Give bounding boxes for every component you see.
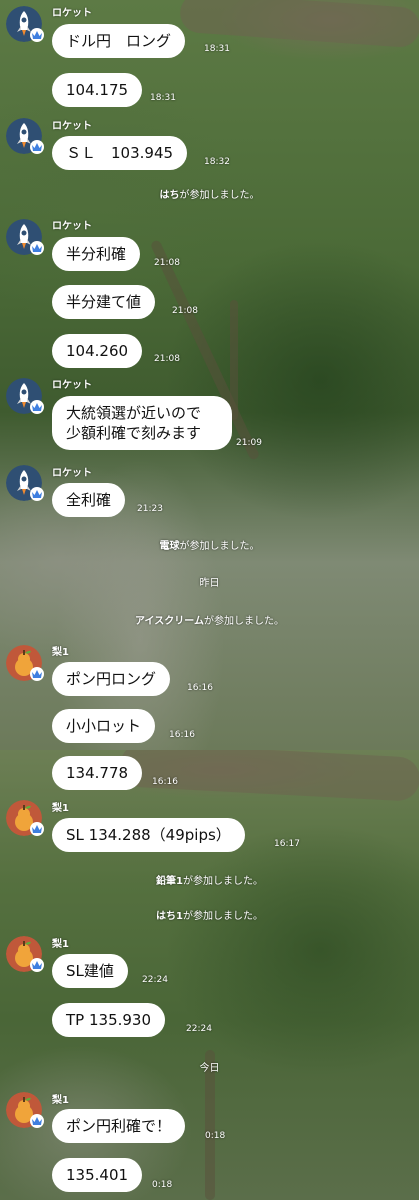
crown-icon (30, 140, 44, 154)
message-bubble[interactable]: 半分利確 (52, 237, 141, 271)
sender-name: 梨1 (52, 939, 69, 950)
message-time: 0:18 (205, 1131, 226, 1141)
message-time: 21:08 (172, 306, 198, 316)
message-time: 21:08 (154, 354, 180, 364)
message-line: 大統領選が近いので (66, 404, 202, 422)
message-bubble[interactable]: ドル円 ロング (52, 24, 186, 58)
crown-icon (30, 241, 44, 255)
message-time: 16:16 (169, 730, 195, 740)
message-time: 21:09 (236, 438, 262, 448)
message-time: 21:23 (137, 504, 163, 514)
message-bubble[interactable]: 134.778 (52, 756, 143, 790)
message-time: 16:17 (274, 839, 300, 849)
system-message-joined: はちが参加しました。 (159, 190, 260, 201)
sender-name: ロケット (52, 468, 92, 479)
system-message-joined: 鉛筆1が参加しました。 (156, 876, 263, 887)
system-message-joined: アイスクリームが参加しました。 (135, 616, 284, 627)
message-time: 16:16 (152, 777, 178, 787)
message-bubble[interactable]: 大統領選が近いので 少額利確で刻みます (52, 396, 232, 450)
sender-name: ロケット (52, 380, 92, 391)
sender-name: ロケット (52, 8, 92, 19)
system-message-joined: 電球が参加しました。 (159, 541, 260, 552)
crown-icon (30, 822, 44, 836)
message-time: 18:32 (204, 157, 230, 167)
message-bubble[interactable]: 104.260 (52, 334, 143, 368)
message-bubble[interactable]: SL建値 (52, 954, 128, 988)
message-bubble[interactable]: 135.401 (52, 1158, 143, 1192)
message-time: 22:24 (186, 1024, 212, 1034)
message-bubble[interactable]: 104.175 (52, 73, 143, 107)
message-bubble[interactable]: 小小ロット (52, 709, 156, 743)
message-bubble[interactable]: 半分建て値 (52, 285, 156, 319)
sender-name: 梨1 (52, 647, 69, 658)
crown-icon (30, 1114, 44, 1128)
date-separator: 昨日 (199, 578, 220, 589)
system-message-joined: はち1が参加しました。 (156, 911, 263, 922)
date-separator: 今日 (199, 1063, 220, 1074)
message-time: 18:31 (204, 44, 230, 54)
message-time: 21:08 (154, 258, 180, 268)
crown-icon (30, 487, 44, 501)
sender-name: ロケット (52, 121, 92, 132)
crown-icon (30, 958, 44, 972)
sender-name: ロケット (52, 221, 92, 232)
sender-name: 梨1 (52, 803, 69, 814)
message-time: 16:16 (187, 683, 213, 693)
chat-timeline[interactable]: ロケット ドル円 ロング 18:31 104.175 18:31 ロケット ＳＬ… (0, 0, 419, 1200)
message-time: 18:31 (150, 93, 176, 103)
crown-icon (30, 667, 44, 681)
message-bubble[interactable]: SL 134.288（49pips） (52, 818, 245, 852)
message-bubble[interactable]: ＳＬ 103.945 (52, 136, 188, 170)
message-bubble[interactable]: ポン円利確で！ (52, 1109, 186, 1143)
message-time: 22:24 (142, 975, 168, 985)
crown-icon (30, 28, 44, 42)
crown-icon (30, 400, 44, 414)
message-bubble[interactable]: TP 135.930 (52, 1003, 166, 1037)
message-bubble[interactable]: ポン円ロング (52, 662, 171, 696)
message-bubble[interactable]: 全利確 (52, 483, 126, 517)
message-line: 少額利確で刻みます (66, 424, 202, 442)
message-time: 0:18 (152, 1180, 173, 1190)
sender-name: 梨1 (52, 1095, 69, 1106)
